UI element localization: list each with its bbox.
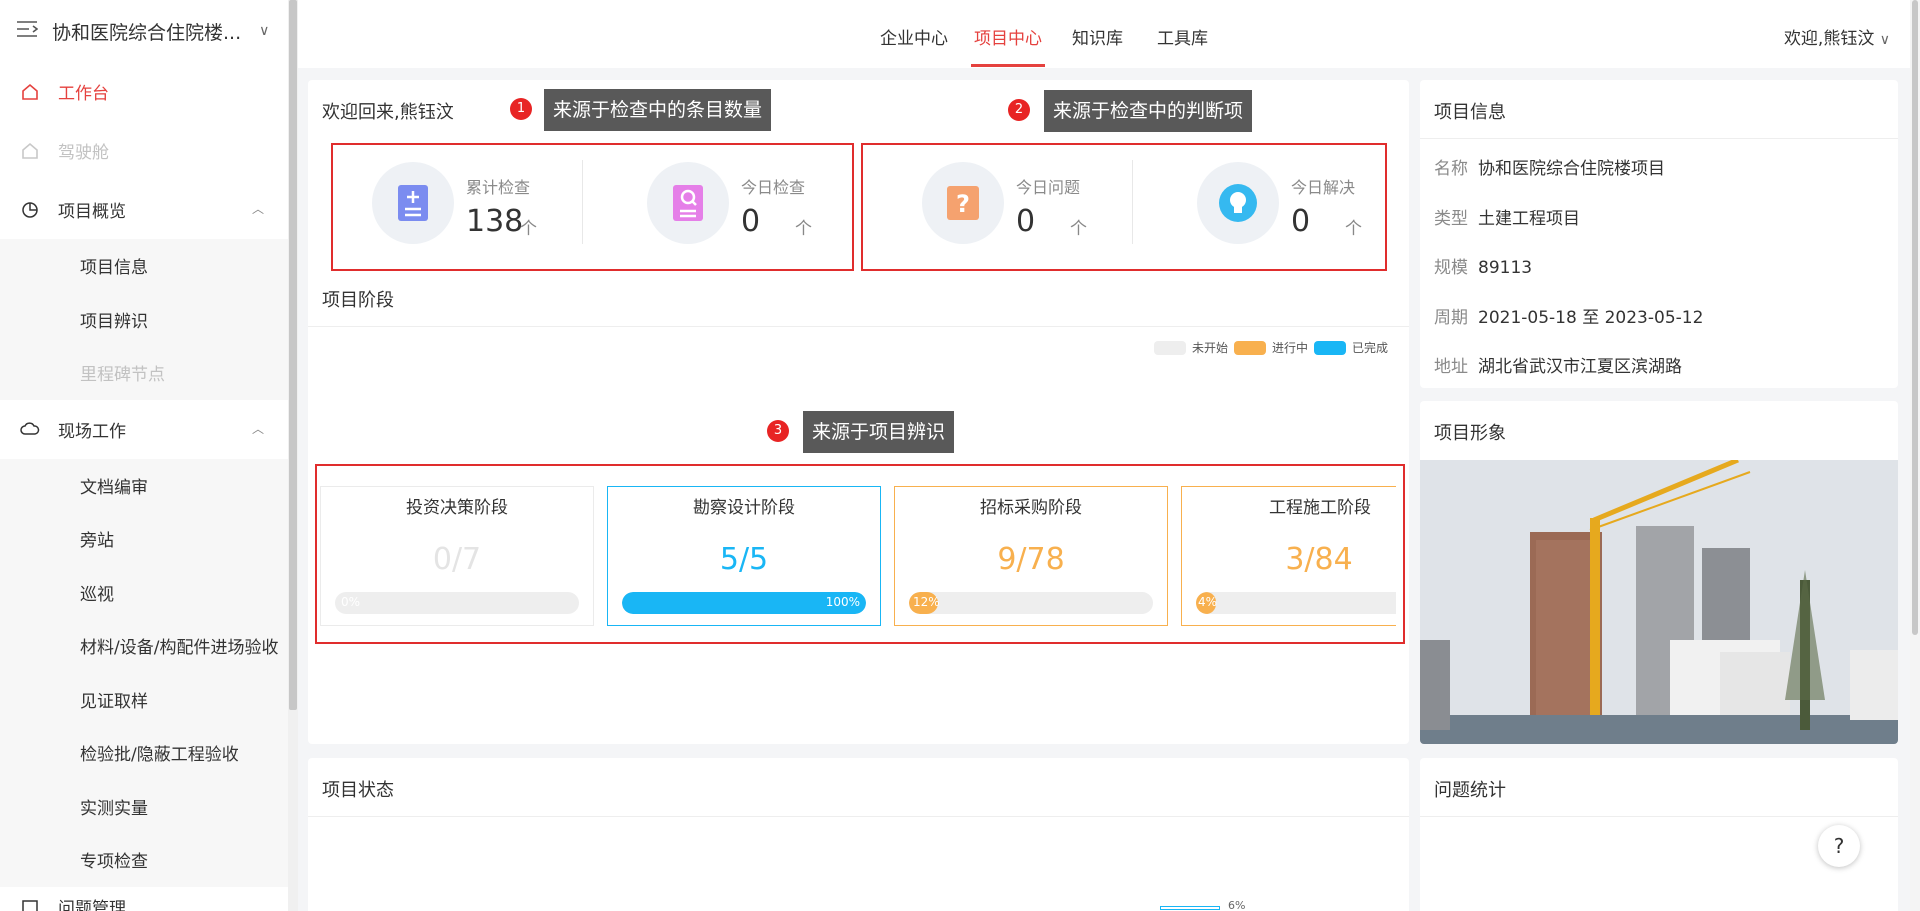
project-status-heading: 项目状态 — [322, 780, 394, 801]
info-key: 周期 — [1434, 308, 1468, 328]
cloud-icon — [20, 419, 40, 439]
user-menu[interactable]: 欢迎,熊钰汶 ∨ — [1784, 24, 1890, 49]
sidebar-item-problem-mgmt[interactable]: 问题管理 — [0, 887, 288, 911]
overview-submenu: 项目信息 项目辨识 里程碑节点 — [0, 239, 288, 400]
sidebar-item-overview[interactable]: 项目概览 ︿ — [0, 180, 288, 239]
card-divider — [1420, 816, 1898, 817]
legend-swatch-done — [1314, 340, 1347, 355]
info-value: 湖北省武汉市江夏区滨湖路 — [1478, 357, 1682, 377]
tab-knowledge-base[interactable]: 知识库 — [1072, 24, 1123, 49]
legend-label: 进行中 — [1272, 341, 1309, 355]
sidebar-subitem-measurement[interactable]: 实测实量 — [0, 780, 288, 834]
menu-collapse-icon[interactable] — [16, 20, 39, 42]
card-divider — [308, 816, 1409, 817]
field-work-submenu: 文档编审 旁站 巡视 材料/设备/构配件进场验收 见证取样 检验批/隐蔽工程验收… — [0, 458, 288, 887]
legend-label: 未开始 — [1192, 341, 1229, 355]
info-value: 2021-05-18 至 2023-05-12 — [1478, 308, 1704, 328]
sidebar-item-label: 工作台 — [58, 84, 109, 104]
annotation-badge: 2 — [1008, 99, 1030, 121]
chevron-up-icon: ︿ — [251, 421, 264, 436]
sidebar-subitem-inspection-lot[interactable]: 检验批/隐蔽工程验收 — [0, 726, 288, 780]
stages-heading: 项目阶段 — [322, 290, 394, 311]
annotation-tooltip: 来源于项目辨识 — [803, 411, 955, 453]
annotation-box-1 — [331, 143, 854, 271]
info-row-address: 地址 湖北省武汉市江夏区滨湖路 — [1434, 352, 1682, 377]
info-row-name: 名称 协和医院综合住院楼项目 — [1434, 154, 1665, 179]
project-selector-title[interactable]: 协和医院综合住院楼... — [52, 18, 241, 45]
project-image-heading: 项目形象 — [1434, 423, 1506, 444]
construction-site-photo[interactable] — [1420, 460, 1898, 744]
user-welcome-text: 欢迎,熊钰汶 — [1783, 29, 1875, 49]
top-navigation: 企业中心 项目中心 知识库 工具库 欢迎,熊钰汶 ∨ — [298, 0, 1920, 68]
sidebar-item-label: 驾驶舱 — [58, 143, 109, 163]
sidebar-item-field-work[interactable]: 现场工作 ︿ — [0, 400, 288, 459]
page-scrollbar[interactable] — [1910, 0, 1920, 911]
info-value: 土建工程项目 — [1478, 209, 1580, 229]
info-value: 89113 — [1478, 258, 1533, 278]
sidebar-item-workbench[interactable]: 工作台 — [0, 62, 288, 121]
sidebar-subitem-project-info[interactable]: 项目信息 — [0, 239, 288, 293]
tab-enterprise-center[interactable]: 企业中心 — [880, 24, 948, 49]
sidebar-scroll-thumb[interactable] — [289, 0, 297, 710]
project-info-card: 项目信息 名称 协和医院综合住院楼项目 类型 土建工程项目 规模 89113 周期 20… — [1420, 80, 1898, 388]
sidebar: 协和医院综合住院楼... ∨ 工作台 驾驶舱 项目概览 ︿ 项目信息 项目辨识 … — [0, 0, 288, 911]
problem-stats-heading: 问题统计 — [1434, 780, 1506, 801]
annotation-badge: 1 — [510, 98, 532, 120]
info-key: 规模 — [1434, 258, 1468, 278]
chevron-down-icon[interactable]: ∨ — [259, 23, 269, 39]
status-peek-bar — [1160, 906, 1220, 910]
info-value: 协和医院综合住院楼项目 — [1478, 159, 1665, 179]
annotation-tooltip: 来源于检查中的条目数量 — [544, 89, 772, 131]
sidebar-subitem-doc-review[interactable]: 文档编审 — [0, 459, 288, 513]
info-key: 名称 — [1434, 159, 1468, 179]
info-row-scale: 规模 89113 — [1434, 253, 1532, 278]
project-image-card: 项目形象 — [1420, 401, 1898, 744]
chevron-up-icon: ︿ — [251, 202, 264, 216]
home-icon — [20, 82, 40, 102]
active-tab-underline — [971, 64, 1045, 67]
sidebar-subitem-project-identify[interactable]: 项目辨识 — [0, 293, 288, 347]
annotation-box-2 — [861, 143, 1387, 271]
sidebar-item-label: 项目概览 — [58, 202, 126, 222]
info-row-period: 周期 2021-05-18 至 2023-05-12 — [1434, 303, 1703, 328]
sidebar-item-label: 现场工作 — [58, 421, 126, 442]
sidebar-scrollbar[interactable] — [288, 0, 298, 911]
sidebar-header[interactable]: 协和医院综合住院楼... ∨ — [0, 0, 288, 62]
pie-chart-icon — [20, 200, 40, 220]
stages-legend: 未开始 进行中 已完成 — [1154, 339, 1394, 356]
annotation-box-3 — [315, 464, 1405, 644]
sidebar-item-label: 问题管理 — [58, 899, 126, 911]
sidebar-subitem-milestones[interactable]: 里程碑节点 — [0, 346, 288, 400]
project-info-heading: 项目信息 — [1434, 102, 1506, 123]
annotation-badge: 3 — [767, 420, 789, 442]
legend-label: 已完成 — [1352, 341, 1389, 355]
sidebar-item-cockpit[interactable]: 驾驶舱 — [0, 121, 288, 180]
sidebar-subitem-material-acceptance[interactable]: 材料/设备/构配件进场验收 — [0, 619, 288, 673]
info-key: 地址 — [1434, 357, 1468, 377]
info-key: 类型 — [1434, 209, 1468, 229]
status-peek-label: 6% — [1228, 899, 1246, 911]
project-status-card: 项目状态 6% — [308, 758, 1409, 911]
list-icon — [20, 897, 40, 911]
sidebar-subitem-special-check[interactable]: 专项检查 — [0, 833, 288, 887]
sidebar-subitem-side-station[interactable]: 旁站 — [0, 512, 288, 566]
chevron-down-icon: ∨ — [1879, 32, 1890, 48]
home-icon — [20, 141, 40, 161]
annotation-tooltip: 来源于检查中的判断项 — [1044, 90, 1253, 132]
tab-project-center[interactable]: 项目中心 — [974, 24, 1042, 49]
sidebar-subitem-witness-sampling[interactable]: 见证取样 — [0, 673, 288, 727]
page-scroll-thumb[interactable] — [1912, 0, 1918, 635]
legend-swatch-in-progress — [1234, 340, 1267, 355]
stages-divider — [308, 326, 1409, 327]
tab-tool-library[interactable]: 工具库 — [1157, 24, 1208, 49]
info-row-type: 类型 土建工程项目 — [1434, 204, 1580, 229]
card-divider — [1420, 138, 1898, 139]
sidebar-subitem-patrol[interactable]: 巡视 — [0, 566, 288, 620]
welcome-heading: 欢迎回来,熊钰汶 — [322, 102, 454, 123]
help-button[interactable]: ? — [1818, 825, 1860, 867]
legend-swatch-not-started — [1154, 340, 1186, 355]
